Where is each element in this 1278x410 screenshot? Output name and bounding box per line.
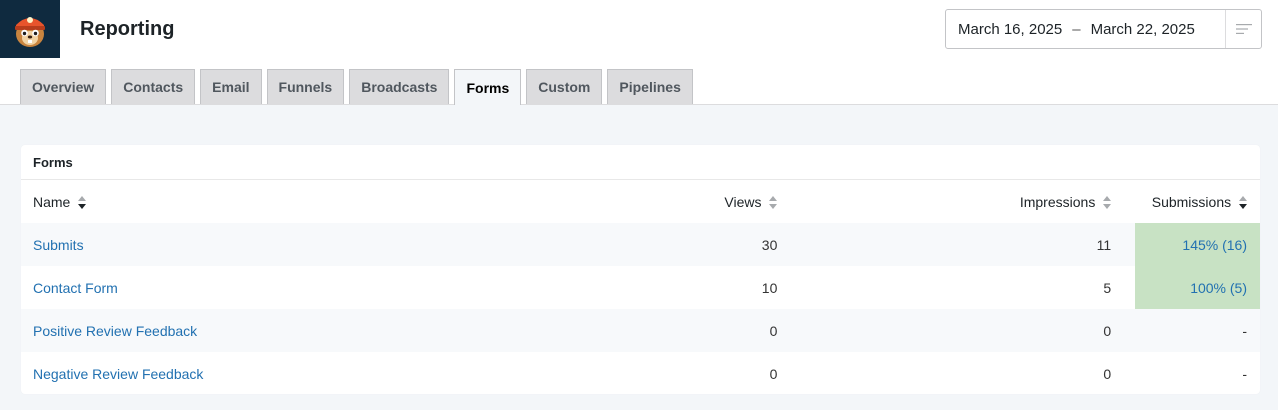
cell-name: Contact Form: [21, 266, 546, 309]
cell-name: Negative Review Feedback: [21, 352, 546, 394]
cell-submissions: 100% (5): [1135, 266, 1260, 309]
cell-impressions: 11: [801, 223, 1136, 266]
date-range-picker[interactable]: March 16, 2025 – March 22, 2025: [945, 9, 1262, 49]
sort-icon: [769, 196, 778, 210]
tab-pipelines[interactable]: Pipelines: [607, 69, 693, 104]
column-label-views: Views: [724, 193, 762, 210]
cell-impressions: 5: [1103, 279, 1112, 296]
form-link[interactable]: Positive Review Feedback: [33, 323, 197, 339]
cell-views: 0: [546, 309, 802, 352]
card-title: Forms: [21, 145, 1260, 180]
page-title: Reporting: [80, 18, 175, 40]
column-label-name: Name: [33, 193, 71, 210]
cell-views: 30: [546, 223, 802, 266]
column-header-name[interactable]: Name: [21, 180, 546, 223]
tab-broadcasts[interactable]: Broadcasts: [349, 69, 450, 104]
groundhogg-mascot-icon: [15, 17, 45, 47]
tab-overview[interactable]: Overview: [20, 69, 107, 104]
tab-contacts[interactable]: Contacts: [111, 69, 196, 104]
sort-desc-icon: [1239, 196, 1247, 210]
date-end: March 22, 2025: [1090, 20, 1195, 38]
column-header-impressions[interactable]: Impressions: [801, 180, 1135, 223]
column-label-submissions: Submissions: [1151, 193, 1232, 210]
sort-icon: [1103, 196, 1112, 210]
cell-views: 10: [761, 279, 778, 296]
tabs-bar: Overview Contacts Email Funnels Broadcas…: [0, 58, 1278, 105]
report-tabs: Overview Contacts Email Funnels Broadcas…: [20, 69, 693, 105]
cell-impressions: 0: [1103, 365, 1112, 382]
sort-desc-icon: [78, 196, 87, 210]
table-row: Contact Form 10 5 100% (5): [21, 266, 1260, 309]
date-separator: –: [1072, 20, 1081, 38]
cell-submissions: 145% (16): [1135, 223, 1260, 266]
tab-forms[interactable]: Forms: [454, 69, 522, 105]
date-range-text[interactable]: March 16, 2025 – March 22, 2025: [946, 21, 1225, 38]
column-label-impressions: Impressions: [1019, 193, 1096, 210]
cell-submissions: -: [1242, 365, 1247, 382]
cell-name: Positive Review Feedback: [21, 309, 547, 352]
date-range-menu-button[interactable]: [1225, 10, 1261, 48]
logo[interactable]: [0, 0, 60, 58]
cell-views: 0: [769, 365, 778, 382]
table-row: Submits 30 11 145% (16): [21, 223, 1260, 266]
cell-impressions: 0: [801, 309, 1136, 352]
column-header-submissions[interactable]: Submissions: [1135, 180, 1260, 223]
table-row: Negative Review Feedback 0 0 -: [21, 352, 1260, 394]
column-header-views[interactable]: Views: [546, 180, 801, 223]
date-start: March 16, 2025: [958, 20, 1063, 38]
form-link[interactable]: Contact Form: [33, 280, 118, 296]
forms-table: Name Views Impressions Submissions Submi…: [21, 180, 1260, 394]
tab-email[interactable]: Email: [200, 69, 262, 104]
form-link[interactable]: Negative Review Feedback: [33, 366, 203, 382]
table-row: Positive Review Feedback 0 0 -: [21, 309, 1260, 352]
forms-card: Forms Name Views Impressions Submissions…: [21, 145, 1260, 394]
cell-name: Submits: [21, 223, 547, 266]
filter-lines-icon: [1235, 24, 1252, 34]
tab-custom[interactable]: Custom: [526, 69, 603, 104]
form-link[interactable]: Submits: [33, 237, 84, 253]
app-header: Reporting March 16, 2025 – March 22, 202…: [0, 0, 1278, 58]
table-header-row: Name Views Impressions Submissions: [21, 180, 1260, 223]
tab-funnels[interactable]: Funnels: [266, 69, 345, 104]
cell-submissions: -: [1135, 309, 1260, 352]
